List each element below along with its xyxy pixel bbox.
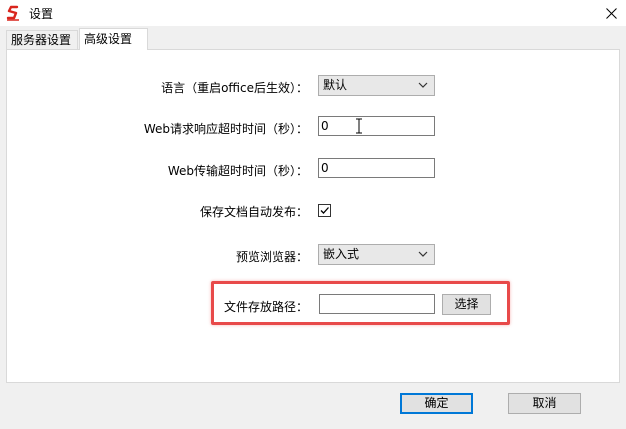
chevron-down-icon — [418, 251, 428, 257]
cancel-button[interactable]: 取消 — [508, 393, 581, 414]
window-title: 设置 — [29, 7, 54, 21]
text-cursor-icon — [356, 118, 362, 134]
preview-browser-select[interactable]: 嵌入式 — [318, 244, 435, 265]
tab-server-settings[interactable]: 服务器设置 — [6, 30, 78, 49]
auto-publish-label: 保存文档自动发布： — [199, 205, 308, 219]
close-button[interactable] — [596, 0, 626, 26]
title-bar: 设置 — [0, 0, 626, 26]
preview-browser-select-value: 嵌入式 — [323, 247, 360, 261]
auto-publish-checkbox[interactable] — [318, 204, 331, 217]
tab-advanced-settings[interactable]: 高级设置 — [79, 28, 148, 50]
language-label: 语言（重启office后生效）： — [161, 81, 308, 95]
language-select-value: 默认 — [323, 78, 348, 92]
chevron-down-icon — [418, 82, 428, 88]
checkmark-icon — [320, 207, 329, 214]
web-request-timeout-input[interactable] — [318, 116, 435, 136]
close-icon — [605, 7, 617, 19]
language-select[interactable]: 默认 — [318, 75, 435, 96]
ok-button[interactable]: 确定 — [400, 393, 473, 414]
web-transfer-timeout-label: Web传输超时时间（秒）： — [167, 164, 308, 178]
preview-browser-label: 预览浏览器： — [235, 250, 308, 264]
highlight-box — [211, 281, 510, 325]
advanced-settings-panel — [6, 49, 620, 383]
app-logo-icon — [6, 5, 19, 21]
web-request-timeout-label: Web请求响应超时时间（秒）： — [143, 122, 308, 136]
web-transfer-timeout-input[interactable] — [318, 158, 435, 178]
